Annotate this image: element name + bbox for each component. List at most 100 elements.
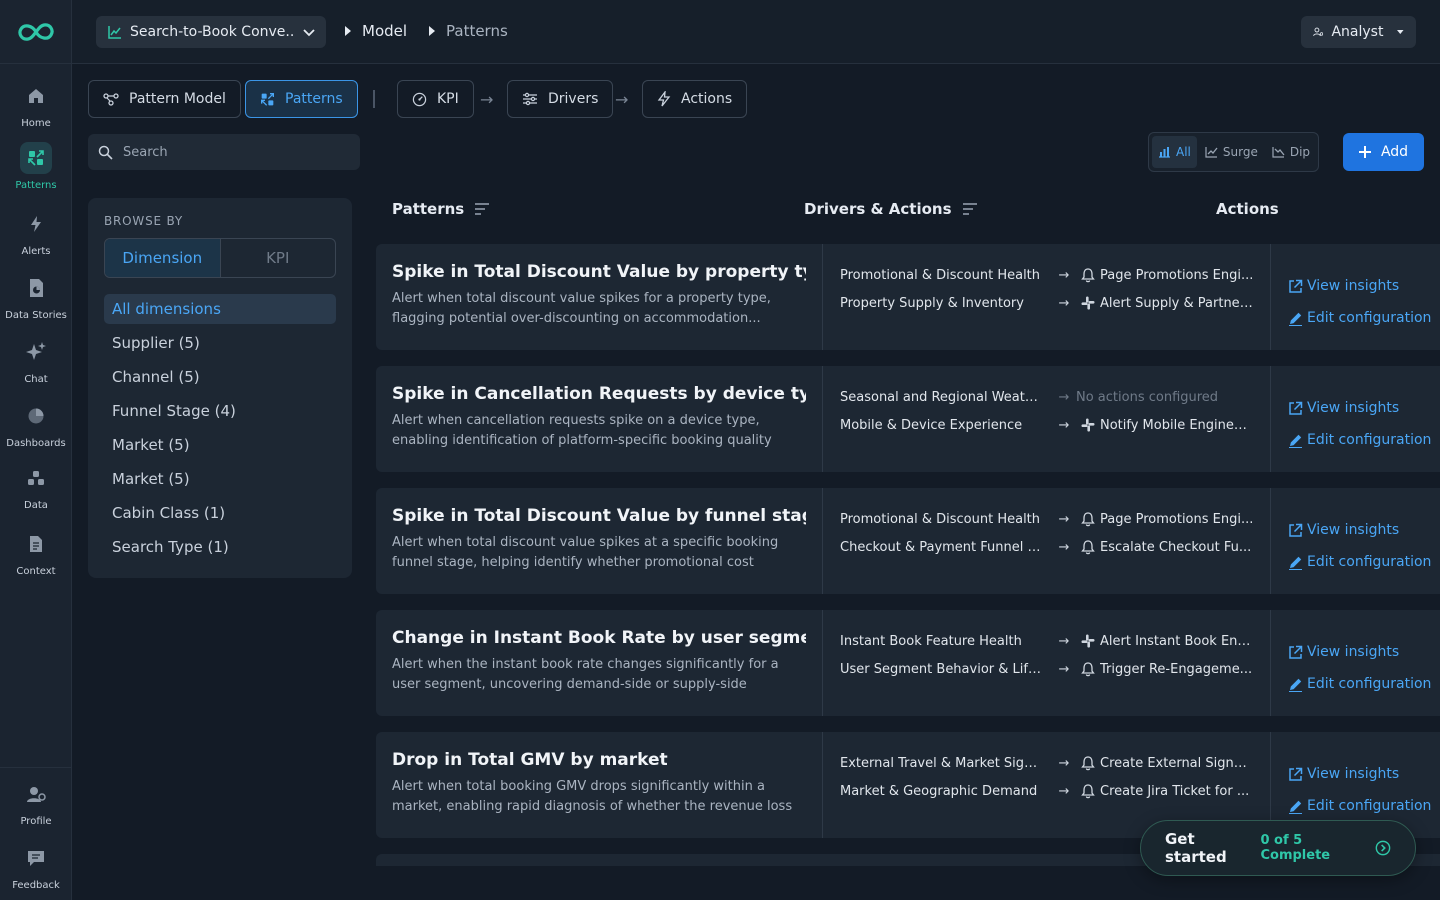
dimension-item[interactable]: Cabin Class (1) — [104, 498, 336, 528]
action-name: Alert Supply & Partner... — [1100, 295, 1254, 311]
dimension-item[interactable]: Funnel Stage (4) — [104, 396, 336, 426]
driver-line[interactable]: External Travel & Market Signals → Creat… — [840, 749, 1254, 777]
view-insights-link[interactable]: View insights — [1288, 514, 1440, 546]
nav-data-stories-label: Data Stories — [5, 310, 67, 321]
bell-icon — [1076, 661, 1100, 677]
pattern-description: Alert when total discount value spikes f… — [392, 291, 771, 326]
app-logo[interactable] — [0, 0, 71, 64]
model-selector[interactable]: Search-to-Book Conve... — [96, 16, 326, 48]
driver-line[interactable]: Promotional & Discount Health → Page Pro… — [840, 261, 1254, 289]
toggle-dimension[interactable]: Dimension — [105, 239, 221, 277]
action-name: Escalate Checkout Fu... — [1100, 539, 1252, 555]
home-icon — [20, 80, 52, 112]
view-insights-label: View insights — [1307, 278, 1400, 294]
tab-drivers[interactable]: Drivers — [507, 80, 614, 118]
column-header-patterns[interactable]: Patterns — [392, 200, 490, 218]
nav-dashboards[interactable]: Dashboards — [0, 400, 72, 449]
nav-patterns[interactable]: Patterns — [0, 142, 72, 191]
column-header-drivers-actions[interactable]: Drivers & Actions — [804, 200, 978, 218]
pencil-icon — [1289, 434, 1302, 448]
patterns-icon — [261, 92, 274, 106]
drivers-cell: Promotional & Discount Health → Page Pro… — [824, 488, 1271, 594]
tab-actions[interactable]: Actions — [642, 80, 748, 118]
driver-line[interactable]: Seasonal and Regional Weath... → No acti… — [840, 383, 1254, 411]
pattern-row[interactable]: Change in Instant Book Rate by user segm… — [376, 610, 1440, 716]
pattern-row[interactable]: Spike in Total Discount Value by funnel … — [376, 488, 1440, 594]
driver-line[interactable]: Property Supply & Inventory → Alert Supp… — [840, 289, 1254, 317]
driver-line[interactable]: Market & Geographic Demand → Create Jira… — [840, 777, 1254, 805]
view-insights-link[interactable]: View insights — [1288, 758, 1440, 790]
nav-data[interactable]: Data — [0, 462, 72, 511]
pattern-cell: Spike in Total Discount Value by funnel … — [376, 488, 823, 594]
bolt-outline-icon — [657, 91, 671, 107]
column-header-drivers-label: Drivers & Actions — [804, 200, 952, 218]
action-name: Trigger Re-Engageme... — [1100, 661, 1253, 677]
filter-all[interactable]: All — [1152, 136, 1197, 168]
nav-chat[interactable]: Chat — [0, 336, 72, 385]
filter-surge[interactable]: Surge — [1199, 136, 1264, 168]
pattern-row[interactable]: Spike in Total Discount Value by propert… — [376, 244, 1440, 350]
driver-line[interactable]: Instant Book Feature Health → Alert Inst… — [840, 627, 1254, 655]
add-button[interactable]: Add — [1343, 133, 1424, 171]
dimension-item[interactable]: Market (5) — [104, 464, 336, 494]
dimension-item[interactable]: Search Type (1) — [104, 532, 336, 562]
nav-data-stories[interactable]: Data Stories — [0, 272, 72, 321]
toggle-kpi[interactable]: KPI — [221, 239, 336, 277]
bolt-icon — [20, 208, 52, 240]
left-nav-rail: Home Patterns Alerts Data Stories Chat D… — [0, 0, 72, 900]
arrow-right-icon: → — [1058, 633, 1070, 649]
caret-right-icon — [429, 26, 435, 36]
nav-alerts[interactable]: Alerts — [0, 208, 72, 257]
pattern-title[interactable]: Change in Instant Book Rate by user segm… — [392, 628, 806, 648]
view-insights-link[interactable]: View insights — [1288, 270, 1440, 302]
dimension-item[interactable]: Market (5) — [104, 430, 336, 460]
tab-actions-label: Actions — [681, 91, 733, 107]
actions-cell: View insights Edit configuration — [1272, 610, 1440, 716]
tab-pattern-model[interactable]: Pattern Model — [88, 80, 241, 118]
edit-configuration-label: Edit configuration — [1307, 310, 1432, 326]
pattern-title[interactable]: Drop in Total GMV by market — [392, 750, 806, 770]
view-insights-label: View insights — [1307, 522, 1400, 538]
nav-home-label: Home — [21, 118, 51, 129]
driver-line[interactable]: Mobile & Device Experience → Notify Mobi… — [840, 411, 1254, 439]
pattern-row[interactable]: Spike in Cancellation Requests by device… — [376, 366, 1440, 472]
actions-cell: View insights Edit configuration — [1272, 366, 1440, 472]
dimension-item[interactable]: All dimensions — [104, 294, 336, 324]
pattern-title[interactable]: Spike in Cancellation Requests by device… — [392, 384, 806, 404]
pattern-title[interactable]: Spike in Total Discount Value by propert… — [392, 262, 806, 282]
dimension-item[interactable]: Channel (5) — [104, 362, 336, 392]
get-started-button[interactable]: Get started 0 of 5 Complete — [1140, 820, 1416, 876]
breadcrumb-patterns-label: Patterns — [446, 22, 508, 40]
driver-line[interactable]: Checkout & Payment Funnel H... → Escalat… — [840, 533, 1254, 561]
trend-filter-group: All Surge Dip — [1148, 132, 1319, 172]
pattern-title[interactable]: Spike in Total Discount Value by funnel … — [392, 506, 806, 526]
bar-chart-icon — [1159, 147, 1170, 158]
view-insights-label: View insights — [1307, 644, 1400, 660]
pattern-description: Alert when total booking GMV drops signi… — [392, 779, 793, 814]
nav-context[interactable]: Context — [0, 528, 72, 577]
driver-line[interactable]: Promotional & Discount Health → Page Pro… — [840, 505, 1254, 533]
breadcrumb-model[interactable]: Model — [344, 22, 407, 40]
edit-configuration-link[interactable]: Edit configuration — [1288, 790, 1440, 822]
edit-configuration-link[interactable]: Edit configuration — [1288, 546, 1440, 578]
edit-configuration-link[interactable]: Edit configuration — [1288, 302, 1440, 334]
tab-kpi[interactable]: KPI — [397, 80, 474, 118]
tab-patterns[interactable]: Patterns — [245, 80, 358, 118]
nav-profile[interactable]: Profile — [0, 778, 72, 827]
role-selector[interactable]: Analyst — [1301, 16, 1416, 48]
filter-dip[interactable]: Dip — [1266, 136, 1316, 168]
external-link-icon — [1289, 645, 1303, 659]
external-link-icon — [1289, 523, 1303, 537]
edit-configuration-link[interactable]: Edit configuration — [1288, 668, 1440, 700]
search-input[interactable] — [123, 144, 343, 160]
edit-configuration-label: Edit configuration — [1307, 554, 1432, 570]
view-insights-link[interactable]: View insights — [1288, 392, 1440, 424]
pattern-description: Alert when total discount value spikes a… — [392, 535, 779, 570]
driver-line[interactable]: User Segment Behavior & Life... → Trigge… — [840, 655, 1254, 683]
dimension-item[interactable]: Supplier (5) — [104, 328, 336, 358]
nav-feedback[interactable]: Feedback — [0, 842, 72, 891]
view-insights-link[interactable]: View insights — [1288, 636, 1440, 668]
nav-home[interactable]: Home — [0, 80, 72, 129]
nav-patterns-label: Patterns — [15, 180, 57, 191]
edit-configuration-link[interactable]: Edit configuration — [1288, 424, 1440, 456]
